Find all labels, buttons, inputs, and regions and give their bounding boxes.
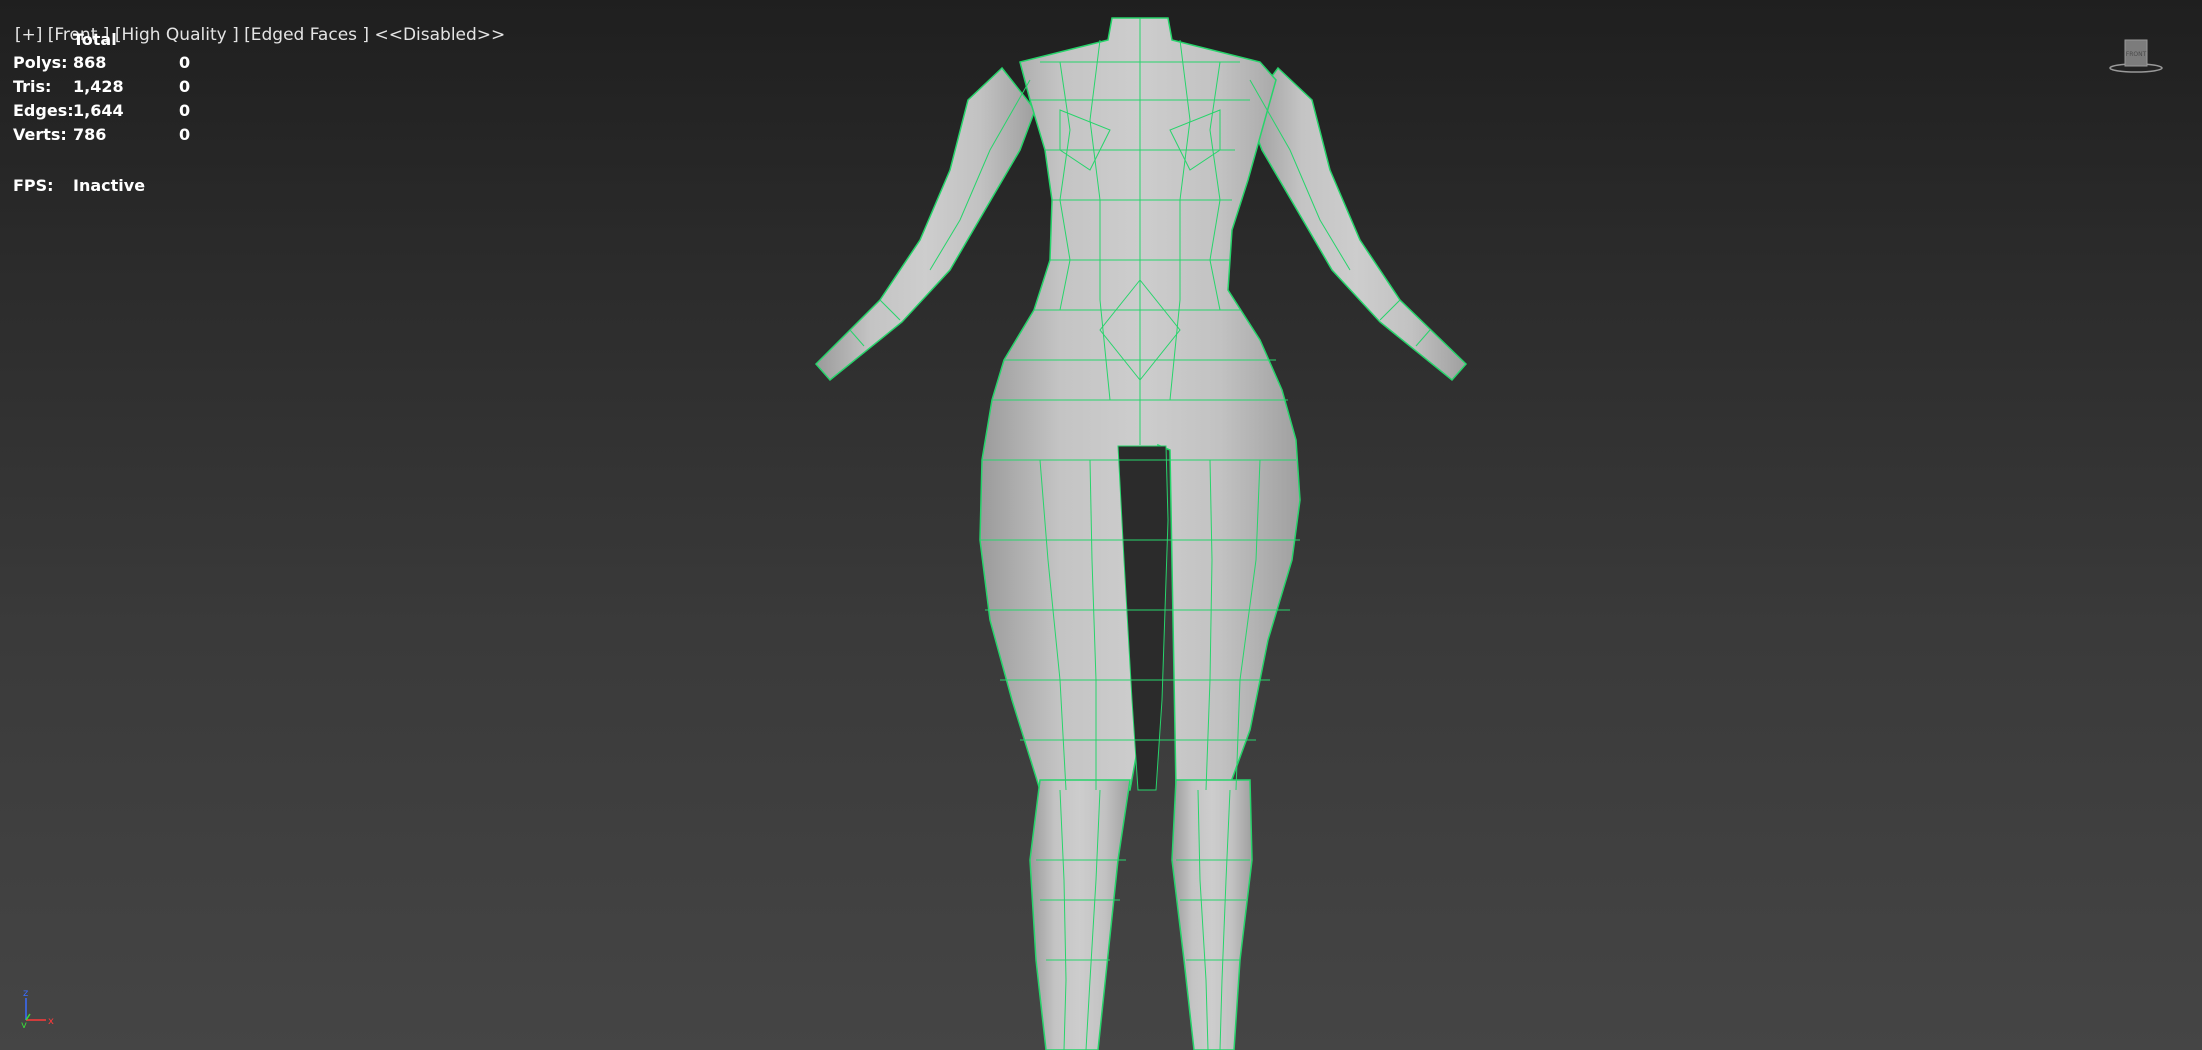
stats-label: Polys: (13, 53, 68, 72)
axis-tripod: z y x (21, 988, 54, 1028)
stats-selected-value: 0 (179, 101, 191, 120)
fps-label: FPS: (13, 176, 54, 195)
stats-selected-value: 0 (179, 77, 191, 96)
character-mesh[interactable] (814, 17, 1468, 1050)
viewcube-face-label: FRONT (2126, 51, 2147, 58)
stats-label: Verts: (13, 125, 67, 144)
axis-y-label: y (21, 1020, 27, 1028)
right-leg (1171, 779, 1253, 1050)
stats-total-value: 868 (73, 53, 107, 72)
viewcube[interactable]: FRONT (2108, 36, 2164, 78)
axis-z-label: z (23, 988, 28, 999)
mesh-viewport-render[interactable] (0, 0, 2202, 1050)
stats-label: Edges: (13, 101, 74, 120)
fps-value: Inactive (73, 176, 146, 195)
viewport-edged-faces[interactable]: [Edged Faces ] (244, 25, 369, 45)
stats-label: Tris: (13, 77, 52, 96)
left-leg (1029, 779, 1131, 1050)
stats-total-header: Total (73, 30, 117, 49)
stats-total-value: 786 (73, 125, 107, 144)
viewport-menu-plus[interactable]: [+] (15, 25, 43, 45)
axis-x-label: x (48, 1016, 54, 1027)
stats-selected-value: 0 (179, 125, 191, 144)
left-arm (814, 66, 1036, 382)
viewport-shading-mode[interactable]: [High Quality ] (115, 25, 239, 45)
stats-total-value: 1,428 (73, 77, 124, 96)
right-arm (1246, 66, 1468, 382)
stats-selected-value: 0 (179, 53, 191, 72)
viewport-disabled-label[interactable]: <<Disabled>> (374, 25, 505, 45)
stats-total-value: 1,644 (73, 101, 124, 120)
fps-readout: FPS: Inactive (13, 176, 145, 195)
